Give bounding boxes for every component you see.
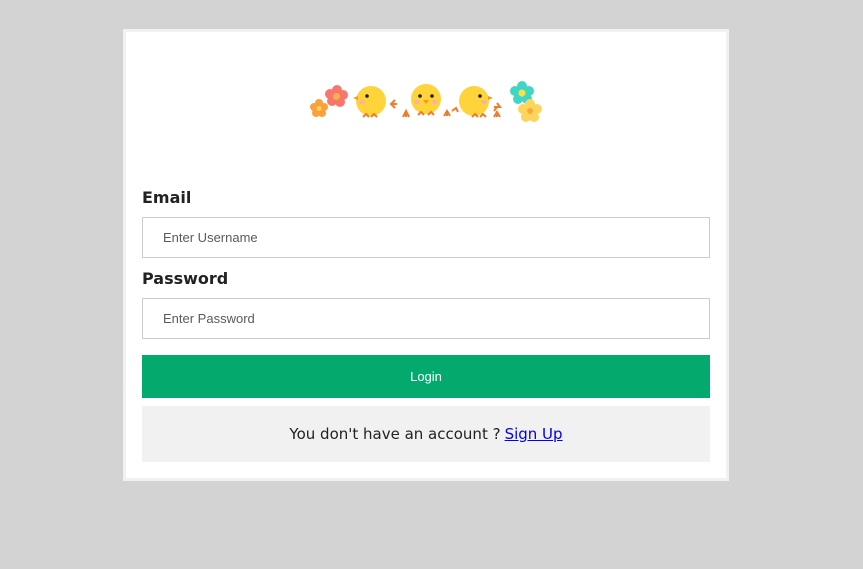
signup-prompt: You don't have an account ? [289,425,501,443]
username-input[interactable] [142,217,710,258]
password-input[interactable] [142,298,710,339]
orange-flower-icon [310,99,328,117]
footprint-icon [493,102,502,118]
chick-icon [459,86,493,118]
chick-icon [353,86,386,118]
footprint-icon [389,99,410,118]
password-label: Password [142,269,229,288]
login-card: Email Password Login You don't have an a… [123,29,729,481]
pink-flower-icon [325,85,348,107]
login-button[interactable]: Login [142,355,710,398]
footprint-icon [443,106,459,117]
chicks-flowers-banner [310,81,542,122]
signup-box: You don't have an account ? Sign Up [142,406,710,462]
chick-icon [411,84,441,116]
sign-up-link[interactable]: Sign Up [505,425,563,443]
email-label: Email [142,188,192,207]
